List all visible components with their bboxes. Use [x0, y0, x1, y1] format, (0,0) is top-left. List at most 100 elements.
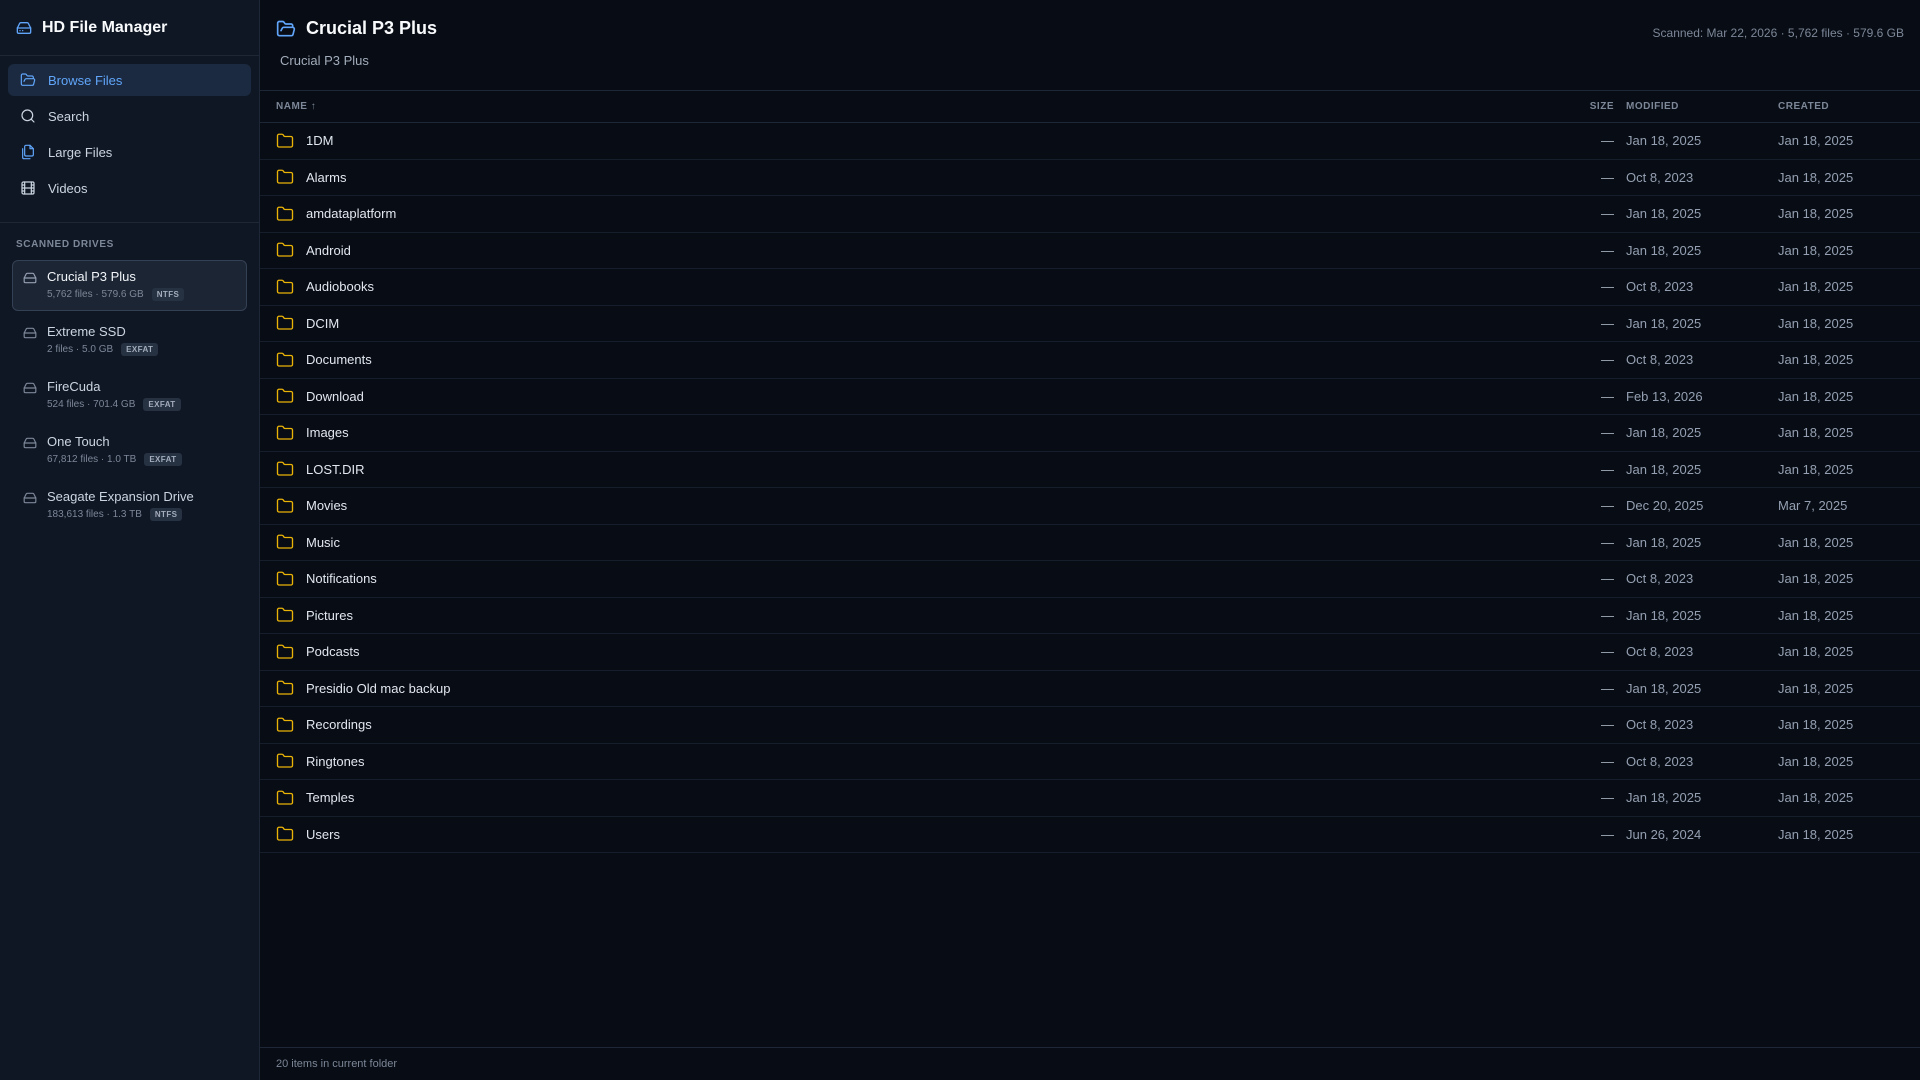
folder-name: Movies [306, 498, 348, 514]
cell-modified: Oct 8, 2023 [1626, 279, 1694, 295]
drive-name: Extreme SSD [47, 324, 126, 339]
table-row[interactable]: Audiobooks — Oct 8, 2023 Jan 18, 2025 [260, 269, 1920, 306]
table-row[interactable]: 1DM — Jan 18, 2025 Jan 18, 2025 [260, 123, 1920, 160]
scanned-drives-heading: SCANNED DRIVES [16, 239, 114, 250]
cell-size: — [1601, 717, 1614, 733]
folder-name: Music [306, 534, 340, 550]
column-header-name[interactable]: NAME ↑ [276, 101, 1506, 112]
nav-label: Large Files [48, 144, 113, 160]
app-title: HD File Manager [42, 18, 168, 36]
nav-item-videos[interactable]: Videos [8, 172, 251, 204]
folder-name: DCIM [306, 315, 340, 331]
column-header-modified[interactable]: MODIFIED [1626, 101, 1778, 112]
folder-icon [276, 679, 294, 697]
table-row[interactable]: Notifications — Oct 8, 2023 Jan 18, 2025 [260, 561, 1920, 598]
drive-icon [23, 271, 37, 285]
cell-created: Jan 18, 2025 [1778, 607, 1854, 623]
cell-size: — [1601, 279, 1614, 295]
cell-modified: Jan 18, 2025 [1626, 790, 1702, 806]
folder-open-icon [20, 72, 36, 88]
cell-name: LOST.DIR [276, 460, 1506, 478]
table-row[interactable]: LOST.DIR — Jan 18, 2025 Jan 18, 2025 [260, 452, 1920, 488]
cell-modified: Oct 8, 2023 [1626, 169, 1694, 185]
folder-name: Audiobooks [306, 279, 374, 295]
cell-created: Jan 18, 2025 [1778, 644, 1854, 660]
table-row[interactable]: Temples — Jan 18, 2025 Jan 18, 2025 [260, 780, 1920, 817]
column-header-created[interactable]: CREATED [1778, 101, 1904, 112]
folder-icon [276, 497, 294, 515]
table-row[interactable]: Documents — Oct 8, 2023 Jan 18, 2025 [260, 342, 1920, 379]
table-row[interactable]: Images — Jan 18, 2025 Jan 18, 2025 [260, 415, 1920, 452]
cell-size: — [1601, 133, 1614, 149]
cell-modified: Jan 18, 2025 [1626, 133, 1702, 149]
nav-item-large-files[interactable]: Large Files [8, 136, 251, 168]
nav-label: Search [48, 108, 90, 124]
cell-name: Temples [276, 789, 1506, 807]
folder-icon [276, 460, 294, 478]
sidebar: HD File Manager Browse Files Search Larg… [0, 0, 260, 1080]
page-header: Crucial P3 Plus Scanned: Mar 22, 2026 · … [260, 0, 1920, 91]
folder-icon [276, 424, 294, 442]
brand: HD File Manager [0, 0, 259, 56]
drive-icon [23, 491, 37, 505]
nav-item-search[interactable]: Search [8, 100, 251, 132]
drive-meta: 5,762 files · 579.6 GB [47, 289, 144, 300]
table-row[interactable]: Android — Jan 18, 2025 Jan 18, 2025 [260, 233, 1920, 269]
column-header-size[interactable]: SIZE [1506, 101, 1626, 112]
cell-modified: Jan 18, 2025 [1626, 425, 1702, 441]
cell-created: Mar 7, 2025 [1778, 498, 1848, 514]
cell-modified: Jun 26, 2024 [1626, 826, 1702, 842]
drive-icon [23, 381, 37, 395]
cell-size: — [1601, 461, 1614, 477]
main-nav: Browse Files Search Large Files Videos [0, 56, 259, 223]
cell-name: Audiobooks [276, 278, 1506, 296]
folder-icon [276, 789, 294, 807]
table-row[interactable]: Presidio Old mac backup — Jan 18, 2025 Jan … [260, 671, 1920, 707]
table-row[interactable]: Music — Jan 18, 2025 Jan 18, 2025 [260, 525, 1920, 561]
cell-size: — [1601, 790, 1614, 806]
status-bar: 20 items in current folder [260, 1047, 1920, 1080]
drive-item-one-touch[interactable]: One Touch 67,812 files · 1.0 TB EXFAT [12, 425, 247, 476]
cell-modified: Jan 18, 2025 [1626, 206, 1702, 222]
cell-name: Pictures [276, 606, 1506, 624]
cell-created: Jan 18, 2025 [1778, 279, 1854, 295]
table-row[interactable]: Download — Feb 13, 2026 Jan 18, 2025 [260, 379, 1920, 415]
cell-size: — [1601, 680, 1614, 696]
film-icon [20, 180, 36, 196]
cell-name: Documents [276, 351, 1506, 369]
table-row[interactable]: DCIM — Jan 18, 2025 Jan 18, 2025 [260, 306, 1920, 342]
cell-created: Jan 18, 2025 [1778, 169, 1854, 185]
filesystem-badge: NTFS [149, 508, 183, 521]
table-row[interactable]: Movies — Dec 20, 2025 Mar 7, 2025 [260, 488, 1920, 525]
folder-icon [276, 570, 294, 588]
cell-name: Android [276, 241, 1506, 259]
table-row[interactable]: Pictures — Jan 18, 2025 Jan 18, 2025 [260, 598, 1920, 634]
breadcrumb-root[interactable]: Crucial P3 Plus [280, 53, 369, 68]
item-count: 20 items in current folder [276, 1058, 398, 1070]
cell-size: — [1601, 206, 1614, 222]
drive-item-extreme-ssd[interactable]: Extreme SSD 2 files · 5.0 GB EXFAT [12, 315, 247, 366]
folder-icon [276, 752, 294, 770]
drive-item-crucial-p3-plus[interactable]: Crucial P3 Plus 5,762 files · 579.6 GB N… [12, 260, 247, 311]
drive-name: FireCuda [47, 379, 101, 394]
cell-name: Download [276, 387, 1506, 405]
folder-name: LOST.DIR [306, 461, 365, 477]
drive-meta: 524 files · 701.4 GB [47, 399, 136, 410]
drive-list: Crucial P3 Plus 5,762 files · 579.6 GB N… [0, 260, 259, 535]
cell-created: Jan 18, 2025 [1778, 680, 1854, 696]
nav-label: Videos [48, 180, 88, 196]
cell-created: Jan 18, 2025 [1778, 753, 1854, 769]
drive-item-firecuda[interactable]: FireCuda 524 files · 701.4 GB EXFAT [12, 370, 247, 421]
table-row[interactable]: Recordings — Oct 8, 2023 Jan 18, 2025 [260, 707, 1920, 744]
table-row[interactable]: amdataplatform — Jan 18, 2025 Jan 18, 2025 [260, 196, 1920, 233]
cell-modified: Jan 18, 2025 [1626, 607, 1702, 623]
table-header: NAME ↑ SIZE MODIFIED CREATED [260, 91, 1920, 123]
table-row[interactable]: Alarms — Oct 8, 2023 Jan 18, 2025 [260, 160, 1920, 196]
table-row[interactable]: Ringtones — Oct 8, 2023 Jan 18, 2025 [260, 744, 1920, 780]
cell-created: Jan 18, 2025 [1778, 717, 1854, 733]
table-row[interactable]: Podcasts — Oct 8, 2023 Jan 18, 2025 [260, 634, 1920, 671]
drive-item-seagate-expansion-drive[interactable]: Seagate Expansion Drive 183,613 files · … [12, 480, 247, 531]
table-row[interactable]: Users — Jun 26, 2024 Jan 18, 2025 [260, 817, 1920, 853]
folder-icon [276, 132, 294, 150]
nav-item-browse-files[interactable]: Browse Files [8, 64, 251, 96]
